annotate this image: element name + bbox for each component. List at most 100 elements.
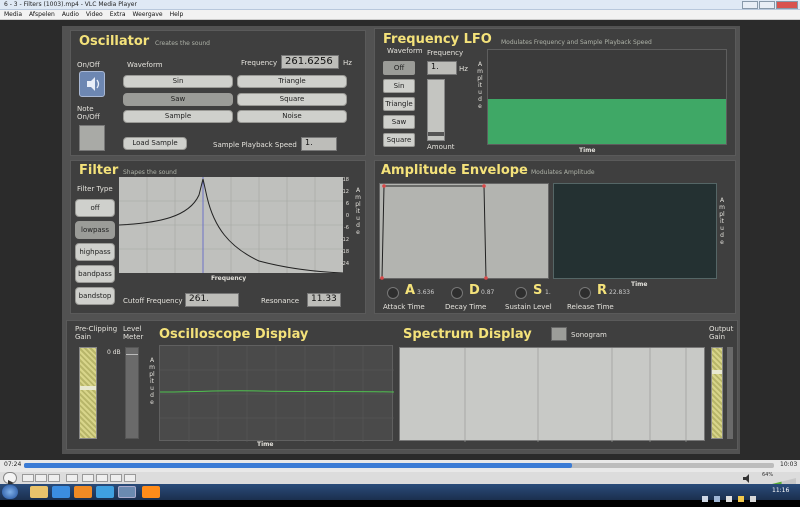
load-sample-button[interactable]: Load Sample xyxy=(123,137,187,150)
sustain-knob[interactable] xyxy=(515,287,527,299)
lfo-saw-button[interactable]: Saw xyxy=(383,115,415,129)
play-button[interactable] xyxy=(3,472,17,486)
resonance-input[interactable]: 11.33 xyxy=(307,293,341,307)
attack-label: Attack Time xyxy=(383,303,425,311)
explorer-taskbar-icon[interactable] xyxy=(30,486,48,498)
oscilloscope-trace xyxy=(159,346,395,442)
filter-subtitle: Shapes the sound xyxy=(123,169,177,176)
filter-panel: Filter Shapes the sound Filter Type off … xyxy=(70,160,366,314)
decay-knob[interactable] xyxy=(451,287,463,299)
lfo-panel: Frequency LFO Modulates Frequency and Sa… xyxy=(374,28,736,156)
output-gain-handle[interactable] xyxy=(712,370,722,374)
system-tray[interactable] xyxy=(700,488,770,502)
volume-percent: 64% xyxy=(762,472,774,478)
menu-media[interactable]: Media xyxy=(4,10,22,20)
menu-afspelen[interactable]: Afspelen xyxy=(29,10,55,20)
lfo-sin-button[interactable]: Sin xyxy=(383,79,415,93)
media-taskbar-icon[interactable] xyxy=(74,486,92,498)
playback-speed-input[interactable]: 1. xyxy=(301,137,337,151)
lfo-triangle-button[interactable]: Triangle xyxy=(383,97,415,111)
browser-taskbar-icon[interactable] xyxy=(52,486,70,498)
release-knob[interactable] xyxy=(579,287,591,299)
oscillator-frequency-input[interactable]: 261.6256 xyxy=(281,55,339,69)
menu-extra[interactable]: Extra xyxy=(110,10,126,20)
stop-button[interactable] xyxy=(35,474,47,482)
tray-icons xyxy=(702,496,756,502)
filter-highpass-button[interactable]: highpass xyxy=(75,243,115,261)
previous-button[interactable] xyxy=(22,474,34,482)
decay-letter: D xyxy=(469,283,480,298)
wave-square-button[interactable]: Square xyxy=(237,93,347,106)
volume-slider[interactable]: 64% xyxy=(756,472,796,488)
frequency-label: Frequency xyxy=(241,59,278,67)
minimize-button[interactable] xyxy=(742,1,758,9)
filter-off-button[interactable]: off xyxy=(75,199,115,217)
level-0db-label: 0 dB xyxy=(107,349,121,356)
filter-bandstop-button[interactable]: bandstop xyxy=(75,287,115,305)
taskbar: 11:16 xyxy=(0,484,800,502)
menu-help[interactable]: Help xyxy=(170,10,184,20)
loop-button[interactable] xyxy=(110,474,122,482)
random-button[interactable] xyxy=(124,474,136,482)
cutoff-input[interactable]: 261. xyxy=(185,293,239,307)
maximize-button[interactable] xyxy=(759,1,775,9)
envelope-panel: Amplitude Envelope Modulates Amplitude A… xyxy=(374,160,736,314)
seek-bar-area: 07:24 10:03 xyxy=(0,460,800,472)
start-button[interactable] xyxy=(2,485,18,499)
vlc-active-taskbar-icon[interactable] xyxy=(142,486,160,498)
seek-bar-fill xyxy=(24,463,572,468)
envelope-curve xyxy=(380,184,488,280)
tick-18: 18 xyxy=(342,177,349,183)
oscillator-panel: Oscillator Creates the sound On/Off Note… xyxy=(70,30,366,156)
oscilloscope-amplitude-label: Amplitude xyxy=(149,357,155,406)
wave-saw-button[interactable]: Saw xyxy=(123,93,233,106)
filter-curve xyxy=(118,177,344,274)
lfo-amount-handle[interactable] xyxy=(428,132,444,136)
browser2-taskbar-icon[interactable] xyxy=(96,486,114,498)
volume-icon[interactable] xyxy=(742,474,752,483)
menu-video[interactable]: Video xyxy=(86,10,103,20)
lfo-amplitude-label: Amplitude xyxy=(477,61,483,110)
close-button[interactable] xyxy=(776,1,798,9)
spectrum-display xyxy=(399,347,705,442)
synth-patch: Oscillator Creates the sound On/Off Note… xyxy=(62,26,740,454)
elapsed-time: 07:24 xyxy=(4,461,22,468)
preclip-gain-slider[interactable] xyxy=(79,347,97,439)
onoff-label: On/Off xyxy=(77,61,100,69)
output-gain-label: Output Gain xyxy=(709,325,734,341)
tick-m24: -24 xyxy=(340,261,349,267)
envelope-editor[interactable] xyxy=(379,183,549,280)
filter-title: Filter xyxy=(79,163,119,178)
filter-response-display[interactable] xyxy=(118,177,344,274)
tick-m18: -18 xyxy=(340,249,349,255)
wave-sin-button[interactable]: Sin xyxy=(123,75,233,88)
lfo-off-button[interactable]: Off xyxy=(383,61,415,75)
attack-knob[interactable] xyxy=(387,287,399,299)
dac-onoff-button[interactable] xyxy=(79,71,105,97)
fullscreen-button[interactable] xyxy=(66,474,78,482)
resonance-label: Resonance xyxy=(261,297,300,305)
player-controls: 64% xyxy=(0,472,800,488)
menu-audio[interactable]: Audio xyxy=(62,10,79,20)
decay-label: Decay Time xyxy=(445,303,487,311)
next-button[interactable] xyxy=(48,474,60,482)
spectrum-title: Spectrum Display xyxy=(403,327,532,342)
envelope-subtitle: Modulates Amplitude xyxy=(531,169,595,176)
filter-lowpass-button[interactable]: lowpass xyxy=(75,221,115,239)
menu-weergave[interactable]: Weergave xyxy=(133,10,163,20)
extended-settings-button[interactable] xyxy=(82,474,94,482)
seek-bar[interactable] xyxy=(24,463,774,468)
filter-bandpass-button[interactable]: bandpass xyxy=(75,265,115,283)
output-gain-slider[interactable] xyxy=(711,347,723,439)
lfo-frequency-input[interactable]: 1. xyxy=(427,61,457,75)
wave-triangle-button[interactable]: Triangle xyxy=(237,75,347,88)
note-onoff-toggle[interactable] xyxy=(79,125,105,151)
sonogram-toggle[interactable] xyxy=(551,327,567,341)
lfo-square-button[interactable]: Square xyxy=(383,133,415,147)
wave-sample-button[interactable]: Sample xyxy=(123,110,233,123)
vlc-taskbar-icon[interactable] xyxy=(118,486,136,498)
preclip-gain-handle[interactable] xyxy=(80,386,96,390)
lfo-amount-slider[interactable] xyxy=(427,79,445,141)
playlist-button[interactable] xyxy=(96,474,108,482)
wave-noise-button[interactable]: Noise xyxy=(237,110,347,123)
